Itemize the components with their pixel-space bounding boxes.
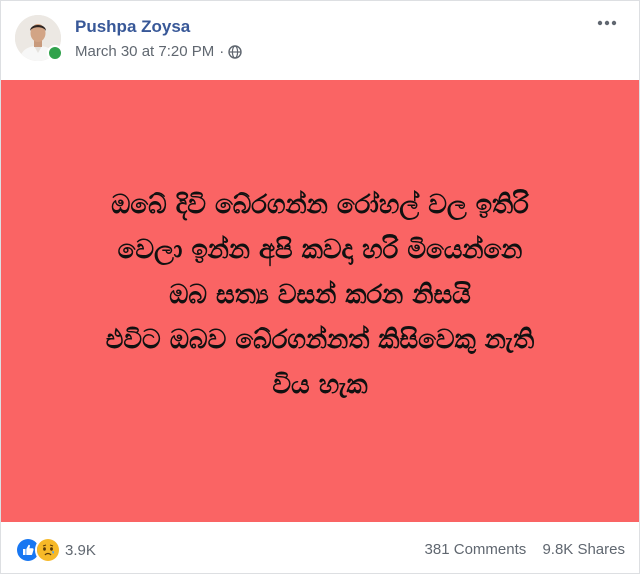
reaction-count[interactable]: 3.9K: [65, 542, 96, 559]
reactions-summary[interactable]: 3.9K: [15, 537, 96, 563]
post-content-background[interactable]: ඔබේ දිවි බේරගන්න රෝහල් වල ඉතිරි වෙලා ඉන්…: [1, 80, 639, 522]
more-options-icon[interactable]: [595, 13, 619, 33]
post-text-line: ඔබේ දිවි බේරගන්න රෝහල් වල ඉතිරි: [111, 190, 529, 220]
post-header: Pushpa Zoysa March 30 at 7:20 PM ·: [1, 1, 639, 79]
post-text-line: එවිට ඔබව බේරගන්නත් කිසිවෙකු නැති: [105, 325, 535, 355]
post-meta: March 30 at 7:20 PM ·: [75, 43, 242, 60]
engagement-stats: 381 Comments 9.8K Shares: [425, 541, 625, 558]
online-status-indicator: [47, 45, 63, 61]
avatar[interactable]: [15, 15, 63, 61]
facebook-post: Pushpa Zoysa March 30 at 7:20 PM · ඔබේ ද…: [0, 0, 640, 574]
author-name[interactable]: Pushpa Zoysa: [75, 17, 190, 37]
globe-icon[interactable]: [228, 44, 242, 59]
post-text-line: ඔබ සත්‍ය වසන් කරන නිසයි: [169, 280, 471, 310]
post-text-line: විය හැක: [272, 370, 368, 400]
post-footer: 3.9K 381 Comments 9.8K Shares: [1, 523, 639, 573]
comments-count-link[interactable]: 381 Comments: [425, 541, 527, 558]
shares-count-link[interactable]: 9.8K Shares: [542, 541, 625, 558]
post-text-line: වෙලා ඉන්න අපි කවදා හරි මියෙන්නෙ: [117, 235, 523, 265]
post-timestamp[interactable]: March 30 at 7:20 PM: [75, 43, 214, 60]
post-text: ඔබේ දිවි බේරගන්න රෝහල් වල ඉතිරි වෙලා ඉන්…: [1, 183, 639, 408]
meta-separator: ·: [219, 43, 225, 60]
sad-icon[interactable]: [35, 537, 61, 563]
